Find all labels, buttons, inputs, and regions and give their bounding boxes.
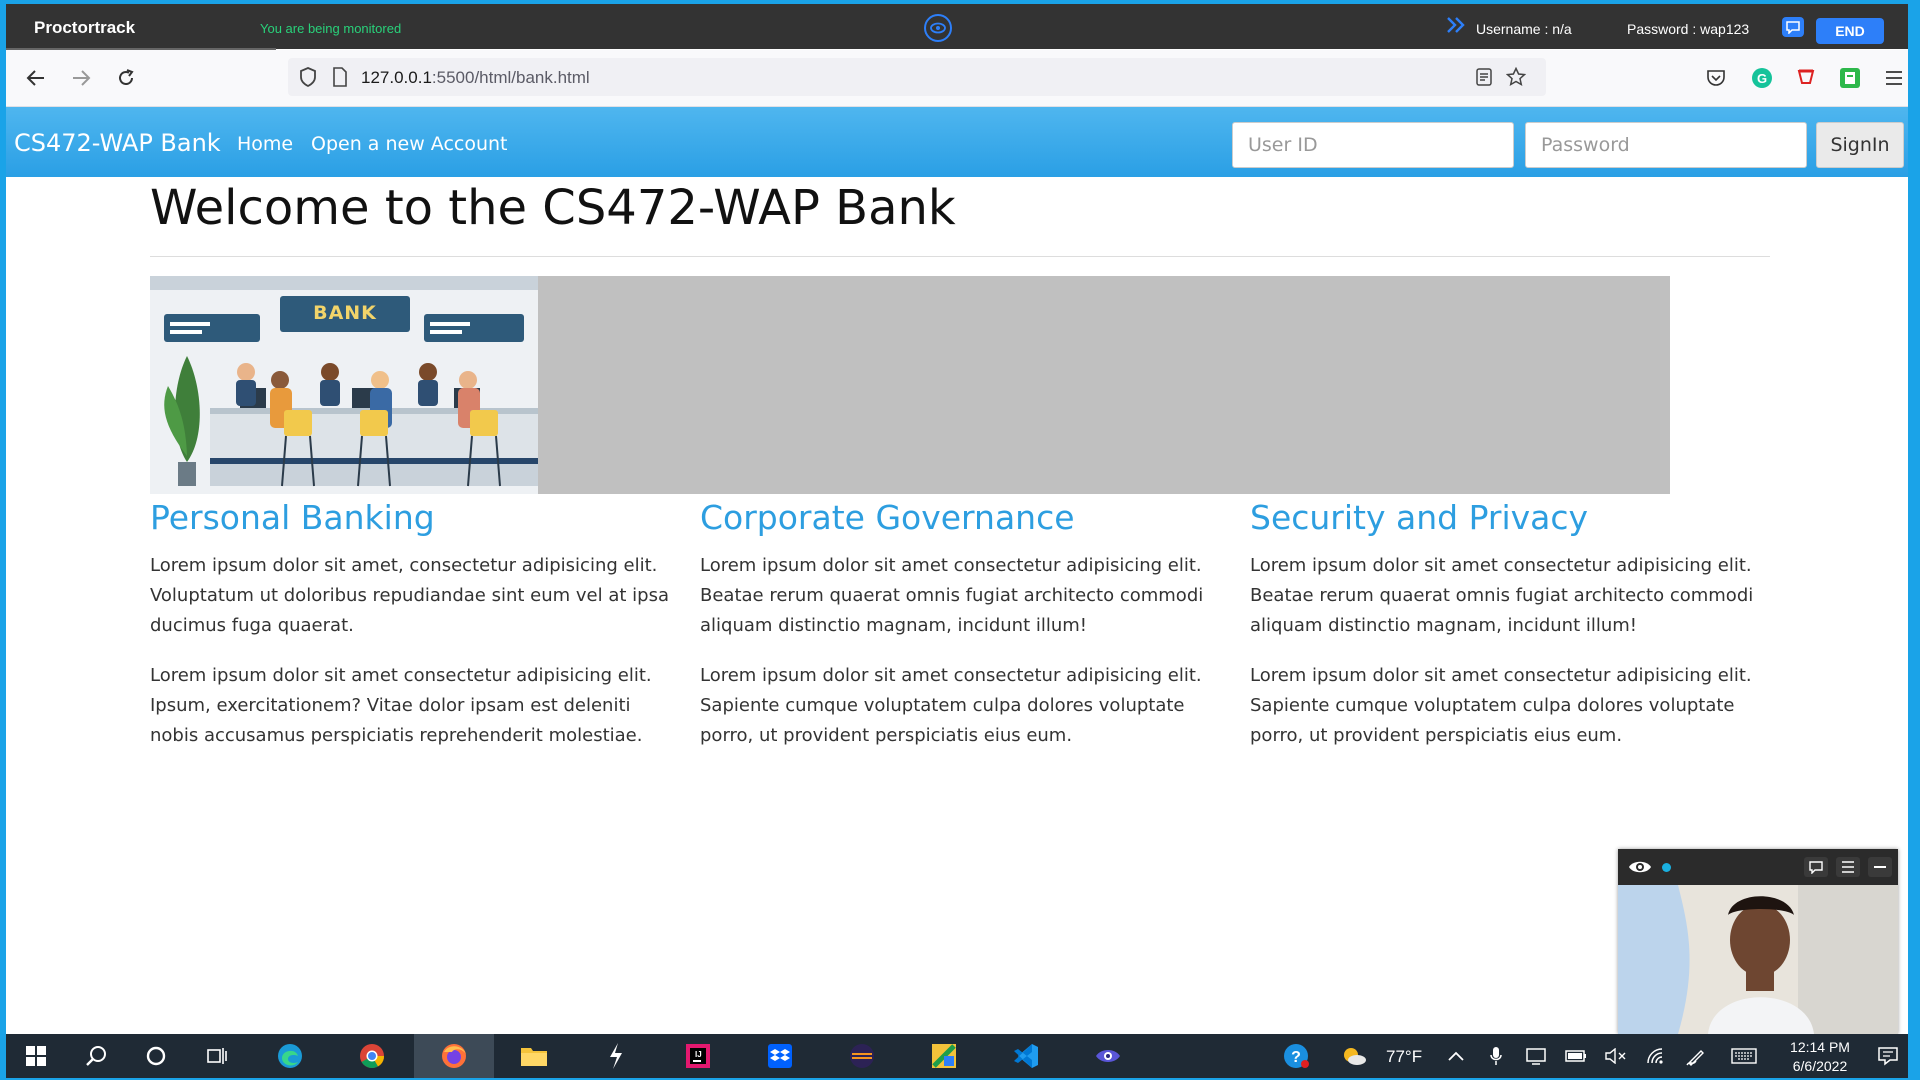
column-heading: Security and Privacy [1250, 498, 1589, 537]
pocket-icon[interactable] [1704, 66, 1728, 90]
page-title: Welcome to the CS472-WAP Bank [150, 180, 956, 236]
address-bar[interactable]: 127.0.0.1:5500/html/bank.html [288, 58, 1546, 96]
column-paragraph: Lorem ipsum dolor sit amet, consectetur … [150, 555, 669, 636]
column-paragraph: Lorem ipsum dolor sit amet consectetur a… [700, 665, 1202, 746]
password-input[interactable] [1525, 122, 1807, 168]
back-arrow-icon[interactable] [20, 62, 52, 94]
proctortrack-taskbar-icon[interactable] [1080, 1034, 1136, 1078]
extension-red-icon[interactable] [1794, 66, 1818, 90]
firefox-icon[interactable] [414, 1034, 494, 1078]
signin-button[interactable]: SignIn [1816, 122, 1904, 168]
svg-text:G: G [1757, 71, 1767, 86]
eye-icon[interactable] [924, 14, 952, 42]
bookmark-star-icon[interactable] [1504, 65, 1528, 89]
column-security-privacy: Security and Privacy Lorem ipsum dolor s… [1250, 498, 1780, 751]
weather-sun-icon[interactable] [1334, 1034, 1374, 1078]
wifi-icon[interactable] [1636, 1034, 1676, 1078]
url-host: 127.0.0.1 [361, 68, 432, 87]
vscode-icon[interactable] [998, 1034, 1054, 1078]
cortana-icon[interactable] [128, 1034, 184, 1078]
windows-taskbar: IJ ? 77°F 12:14 PM 6/6/2022 [6, 1034, 1908, 1078]
menu-icon[interactable] [1836, 857, 1860, 877]
edge-icon[interactable] [262, 1034, 318, 1078]
column-personal-banking: Personal Banking Lorem ipsum dolor sit a… [150, 498, 680, 751]
reader-view-icon[interactable] [1472, 65, 1496, 89]
windows-start-icon[interactable] [8, 1034, 64, 1078]
site-brand[interactable]: CS472-WAP Bank [14, 129, 221, 157]
chevron-up-icon[interactable] [1436, 1034, 1476, 1078]
url-path: :5500/html/bank.html [431, 68, 590, 87]
nav-home-link[interactable]: Home [237, 133, 293, 155]
column-heading: Corporate Governance [700, 498, 1075, 537]
column-paragraph: Lorem ipsum dolor sit amet consectetur a… [700, 555, 1204, 636]
system-clock[interactable]: 12:14 PM 6/6/2022 [1772, 1038, 1868, 1076]
chevrons-right-icon[interactable] [1446, 16, 1466, 40]
battery-icon[interactable] [1556, 1034, 1596, 1078]
column-paragraph: Lorem ipsum dolor sit amet consectetur a… [1250, 555, 1754, 636]
monitoring-status: You are being monitored [260, 21, 402, 36]
chat-icon[interactable] [1782, 17, 1804, 37]
site-navbar: CS472-WAP Bank Home Open a new Account S… [6, 107, 1908, 177]
keyboard-icon[interactable] [1724, 1034, 1764, 1078]
proctor-bar: Proctortrack You are being monitored Use… [6, 4, 1908, 50]
svg-text:?: ? [1291, 1049, 1301, 1066]
webcam-toolbar [1618, 849, 1898, 885]
clock-time: 12:14 PM [1790, 1039, 1850, 1055]
column-paragraph: Lorem ipsum dolor sit amet consectetur a… [150, 665, 652, 746]
end-button[interactable]: END [1816, 18, 1884, 44]
svg-text:IJ: IJ [695, 1050, 702, 1059]
lightning-app-icon[interactable] [588, 1034, 644, 1078]
proctor-password: Password : wap123 [1627, 21, 1750, 37]
banner-sign-text: BANK [313, 302, 377, 324]
chrome-icon[interactable] [344, 1034, 400, 1078]
dropbox-icon[interactable] [752, 1034, 808, 1078]
browser-toolbar: 127.0.0.1:5500/html/bank.html G [6, 50, 1908, 107]
recording-dot-icon [1662, 863, 1671, 872]
url-text[interactable]: 127.0.0.1:5500/html/bank.html [361, 68, 590, 88]
clock-date: 6/6/2022 [1792, 1058, 1848, 1074]
forward-arrow-icon[interactable] [65, 62, 97, 94]
notification-icon[interactable] [1868, 1034, 1908, 1078]
search-icon[interactable] [68, 1034, 124, 1078]
task-view-icon[interactable] [188, 1034, 244, 1078]
page-icon [328, 65, 352, 89]
banner: BANK [150, 276, 1670, 494]
chat-icon[interactable] [1804, 857, 1828, 877]
grammarly-icon[interactable]: G [1750, 66, 1774, 90]
webcam-widget[interactable] [1618, 849, 1898, 1034]
reload-icon[interactable] [110, 62, 142, 94]
user-id-input[interactable] [1232, 122, 1514, 168]
nav-open-account-link[interactable]: Open a new Account [311, 133, 508, 155]
shield-icon[interactable] [296, 65, 320, 89]
eclipse-icon[interactable] [834, 1034, 890, 1078]
weather-temperature[interactable]: 77°F [1386, 1047, 1422, 1067]
help-icon[interactable]: ? [1268, 1034, 1324, 1078]
extension-green-icon[interactable] [1838, 66, 1862, 90]
proctor-brand: Proctortrack [34, 18, 136, 37]
sketch-app-icon[interactable] [916, 1034, 972, 1078]
screen-share-icon[interactable] [1516, 1034, 1556, 1078]
pen-icon[interactable] [1676, 1034, 1716, 1078]
eye-icon [1628, 858, 1652, 880]
file-explorer-icon[interactable] [506, 1034, 562, 1078]
screen: Proctortrack You are being monitored Use… [6, 4, 1908, 1078]
divider [150, 256, 1770, 257]
proctor-username: Username : n/a [1476, 21, 1572, 37]
column-heading: Personal Banking [150, 498, 435, 537]
minimize-icon[interactable] [1868, 857, 1892, 877]
hamburger-menu-icon[interactable] [1882, 66, 1906, 90]
column-corporate-governance: Corporate Governance Lorem ipsum dolor s… [700, 498, 1230, 751]
intellij-icon[interactable]: IJ [670, 1034, 726, 1078]
bank-illustration: BANK [150, 276, 538, 494]
column-paragraph: Lorem ipsum dolor sit amet consectetur a… [1250, 665, 1752, 746]
microphone-icon[interactable] [1476, 1034, 1516, 1078]
webcam-feed [1618, 885, 1898, 1034]
speaker-muted-icon[interactable] [1596, 1034, 1636, 1078]
